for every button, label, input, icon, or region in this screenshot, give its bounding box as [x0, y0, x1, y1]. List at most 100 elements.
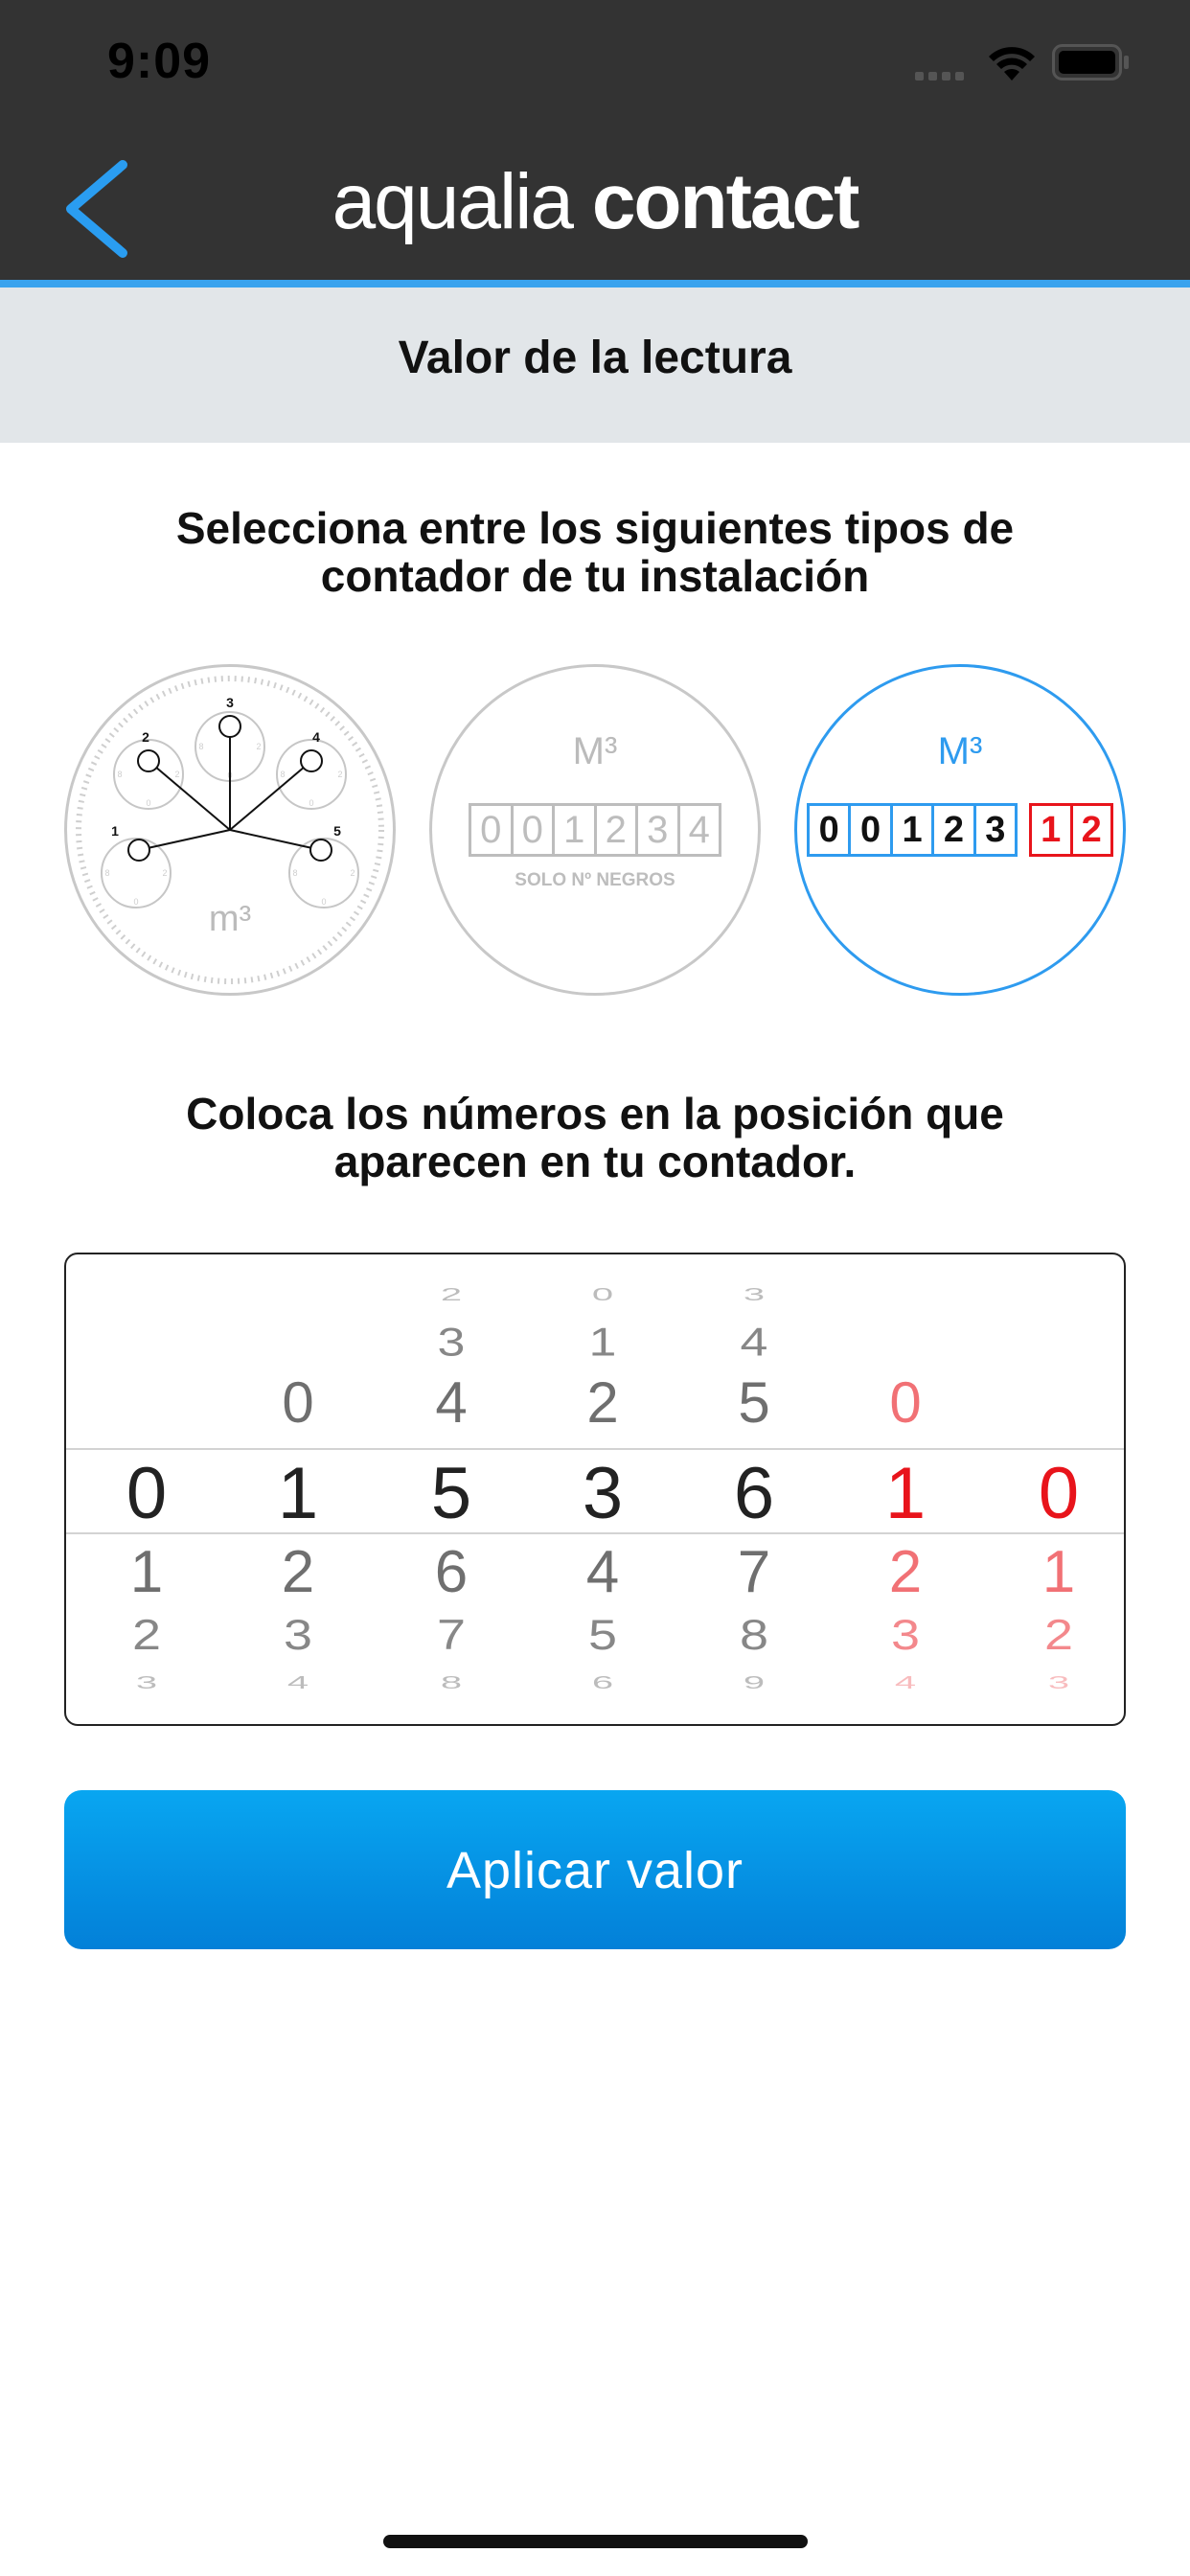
position-instruction: Coloca los números en la posición que ap…: [186, 1089, 1004, 1186]
picker-column-1[interactable]: 01 2 3: [75, 1254, 218, 1724]
picker-option[interactable]: 3: [834, 1611, 977, 1660]
picker-selected-digit[interactable]: 3: [531, 1452, 675, 1535]
status-time: 9:09: [107, 34, 212, 89]
picker-option[interactable]: 7: [682, 1538, 826, 1606]
svg-text:8: 8: [104, 868, 109, 878]
picker-option[interactable]: 6: [379, 1538, 523, 1606]
meter-option-black-red-digits[interactable]: M³ 0 0 1 2 3 1 2: [794, 664, 1126, 996]
picker-option[interactable]: 2: [379, 1285, 523, 1304]
digit: 0: [514, 806, 555, 854]
picker-option[interactable]: 2: [226, 1538, 370, 1606]
signal-icon: [915, 72, 964, 80]
black-digits-caption: SOLO Nº NEGROS: [515, 870, 675, 890]
picker-option[interactable]: 3: [682, 1285, 826, 1304]
picker-option[interactable]: 2: [75, 1611, 218, 1660]
picker-column-2[interactable]: 0 12 3 4: [226, 1254, 370, 1724]
digit: 1: [1032, 806, 1073, 854]
picker-option[interactable]: 4: [682, 1320, 826, 1366]
digit: 0: [810, 806, 852, 854]
picker-selected-digit[interactable]: 0: [75, 1452, 218, 1535]
svg-text:8: 8: [292, 868, 297, 878]
digit: 3: [638, 806, 680, 854]
digit: 1: [555, 806, 597, 854]
picker-column-4[interactable]: 0123456: [531, 1254, 675, 1724]
dial-label-2: 2: [142, 729, 149, 745]
red-digits-group: 1 2: [1029, 803, 1113, 857]
dial-label-4: 4: [312, 729, 320, 745]
picker-column-7[interactable]: 01 2 3: [987, 1254, 1124, 1724]
picker-option[interactable]: 3: [379, 1320, 523, 1366]
picker-selected-digit[interactable]: 0: [987, 1452, 1124, 1535]
picker-option[interactable]: 3: [75, 1673, 218, 1692]
picker-option[interactable]: 9: [682, 1673, 826, 1692]
picker-column-6[interactable]: 0 12 3 4: [834, 1254, 977, 1724]
svg-text:2: 2: [337, 770, 342, 779]
picker-option[interactable]: 4: [531, 1538, 675, 1606]
picker-option[interactable]: 5: [682, 1369, 826, 1436]
picker-selected-digit[interactable]: 6: [682, 1452, 826, 1535]
status-bar: 9:09: [0, 0, 1190, 125]
picker-selected-digit[interactable]: 5: [379, 1452, 523, 1535]
digit: 4: [688, 809, 710, 851]
dial-label-3: 3: [226, 695, 234, 710]
svg-text:8: 8: [280, 770, 285, 779]
picker-option[interactable]: 8: [682, 1611, 826, 1660]
picker-option[interactable]: 3: [226, 1611, 370, 1660]
picker-option[interactable]: 4: [834, 1673, 977, 1692]
dial-meter-unit: m³: [208, 899, 252, 939]
digit-picker[interactable]: 012301234234567801234563456789012340123: [64, 1253, 1126, 1726]
picker-option[interactable]: 0: [834, 1369, 977, 1436]
svg-text:2: 2: [350, 868, 355, 878]
digit: 0: [471, 806, 514, 854]
black-digits-display: 0 0 1 2 3 4: [469, 803, 721, 857]
picker-option[interactable]: 2: [531, 1369, 675, 1436]
meter-type-instruction: Selecciona entre los siguientes tipos de…: [175, 503, 1015, 601]
app-logo-part1: aqualia: [332, 158, 574, 245]
picker-option[interactable]: 2: [987, 1611, 1124, 1660]
picker-column-3[interactable]: 2345678: [379, 1254, 523, 1724]
picker-column-5[interactable]: 3456789: [682, 1254, 826, 1724]
dial-meter-icon: 00000 8282 8282 82 2 3 4 1 5: [76, 676, 384, 984]
digit: 3: [985, 810, 1006, 850]
dial-label-5: 5: [333, 823, 341, 839]
svg-text:2: 2: [256, 742, 261, 751]
picker-option[interactable]: 4: [226, 1673, 370, 1692]
apply-value-button[interactable]: Aplicar valor: [64, 1790, 1126, 1949]
picker-option[interactable]: 3: [987, 1673, 1124, 1692]
picker-option[interactable]: 1: [987, 1538, 1124, 1606]
svg-text:8: 8: [117, 770, 122, 779]
black-digits-unit: M³: [572, 730, 618, 772]
picker-option[interactable]: 6: [531, 1673, 675, 1692]
nav-accent-line: [0, 280, 1190, 288]
svg-text:0: 0: [146, 798, 150, 808]
dial-label-1: 1: [111, 823, 119, 839]
battery-icon: [1052, 44, 1129, 80]
digit: 0: [851, 806, 893, 854]
black-digits-group: 0 0 1 2 3: [807, 803, 1018, 857]
app-logo: aqualia contact: [0, 157, 1190, 247]
digit: 2: [597, 806, 638, 854]
meter-option-dial[interactable]: 00000 8282 8282 82 2 3 4 1 5 m³: [64, 664, 396, 996]
digit: 1: [893, 806, 935, 854]
picker-option[interactable]: 1: [75, 1538, 218, 1606]
digit: 2: [934, 806, 976, 854]
wifi-icon: [989, 47, 1035, 80]
svg-text:8: 8: [198, 742, 203, 751]
app-logo-part2: contact: [591, 158, 860, 245]
black-red-digits-unit: M³: [937, 730, 983, 772]
section-header: Valor de la lectura: [0, 288, 1190, 443]
picker-option[interactable]: 0: [531, 1285, 675, 1304]
picker-option[interactable]: 5: [531, 1611, 675, 1660]
meter-option-black-digits[interactable]: M³ 0 0 1 2 3 4 SOLO Nº NEGROS: [429, 664, 761, 996]
home-indicator: [383, 2535, 808, 2548]
picker-selected-digit[interactable]: 1: [226, 1452, 370, 1535]
picker-option[interactable]: 2: [834, 1538, 977, 1606]
picker-option[interactable]: 4: [379, 1369, 523, 1436]
digit: 2: [1081, 810, 1102, 850]
picker-option[interactable]: 7: [379, 1611, 523, 1660]
picker-option[interactable]: 1: [531, 1320, 675, 1366]
picker-option[interactable]: 0: [226, 1369, 370, 1436]
picker-option[interactable]: 8: [379, 1673, 523, 1692]
svg-text:0: 0: [309, 798, 313, 808]
picker-selected-digit[interactable]: 1: [834, 1452, 977, 1535]
